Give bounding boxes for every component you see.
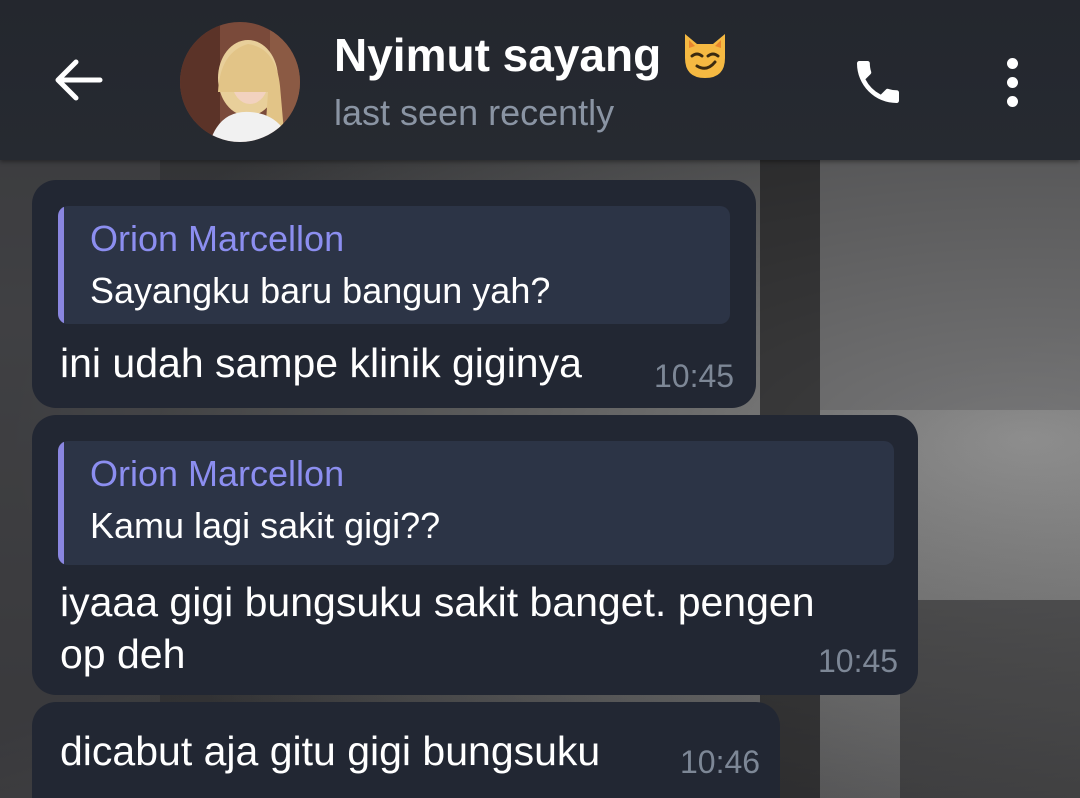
more-vertical-icon-dot <box>1006 76 1018 88</box>
contact-name-text: Nyimut sayang <box>334 29 662 81</box>
chat-header: Nyimut sayang last seen recently <box>0 0 1080 160</box>
arrow-left-icon <box>55 59 103 101</box>
more-options-button[interactable] <box>990 50 1034 114</box>
avatar[interactable] <box>180 22 300 142</box>
phone-icon <box>857 61 899 103</box>
wallpaper-shape <box>820 160 1080 410</box>
contact-name[interactable]: Nyimut sayang <box>334 28 731 82</box>
reply-accent-bar <box>58 206 64 324</box>
reply-quote-text: Kamu lagi sakit gigi?? <box>90 505 441 546</box>
message-time: 10:45 <box>818 643 899 679</box>
call-button[interactable] <box>846 50 910 114</box>
back-button[interactable] <box>46 52 110 108</box>
reply-author: Orion Marcellon <box>90 218 345 259</box>
message-text: ini udah sampe klinik giginya <box>60 340 582 386</box>
message-time: 10:45 <box>654 358 735 394</box>
message-time: 10:46 <box>680 744 761 780</box>
message-text-line: op deh <box>60 631 186 677</box>
wallpaper-shape <box>900 600 1080 798</box>
more-vertical-icon <box>1006 57 1018 69</box>
more-vertical-icon-dot <box>1006 95 1018 107</box>
message-bubble[interactable]: dicabut aja gitu gigi bungsuku 10:46 <box>32 702 780 798</box>
message-bubble[interactable]: Orion Marcellon Sayangku baru bangun yah… <box>32 180 756 408</box>
message-text-line: iyaaa gigi bungsuku sakit banget. pengen <box>60 579 815 625</box>
last-seen-status: last seen recently <box>334 92 615 133</box>
avatar-photo <box>180 22 300 142</box>
reply-accent-bar <box>58 441 64 565</box>
smirking-cat-emoji-icon <box>685 34 726 78</box>
reply-preview[interactable]: Orion Marcellon Kamu lagi sakit gigi?? <box>58 441 894 565</box>
reply-author: Orion Marcellon <box>90 453 345 494</box>
reply-quote-text: Sayangku baru bangun yah? <box>90 270 551 311</box>
reply-preview[interactable]: Orion Marcellon Sayangku baru bangun yah… <box>58 206 730 324</box>
message-text: dicabut aja gitu gigi bungsuku <box>60 728 601 774</box>
message-bubble[interactable]: Orion Marcellon Kamu lagi sakit gigi?? i… <box>32 415 918 695</box>
